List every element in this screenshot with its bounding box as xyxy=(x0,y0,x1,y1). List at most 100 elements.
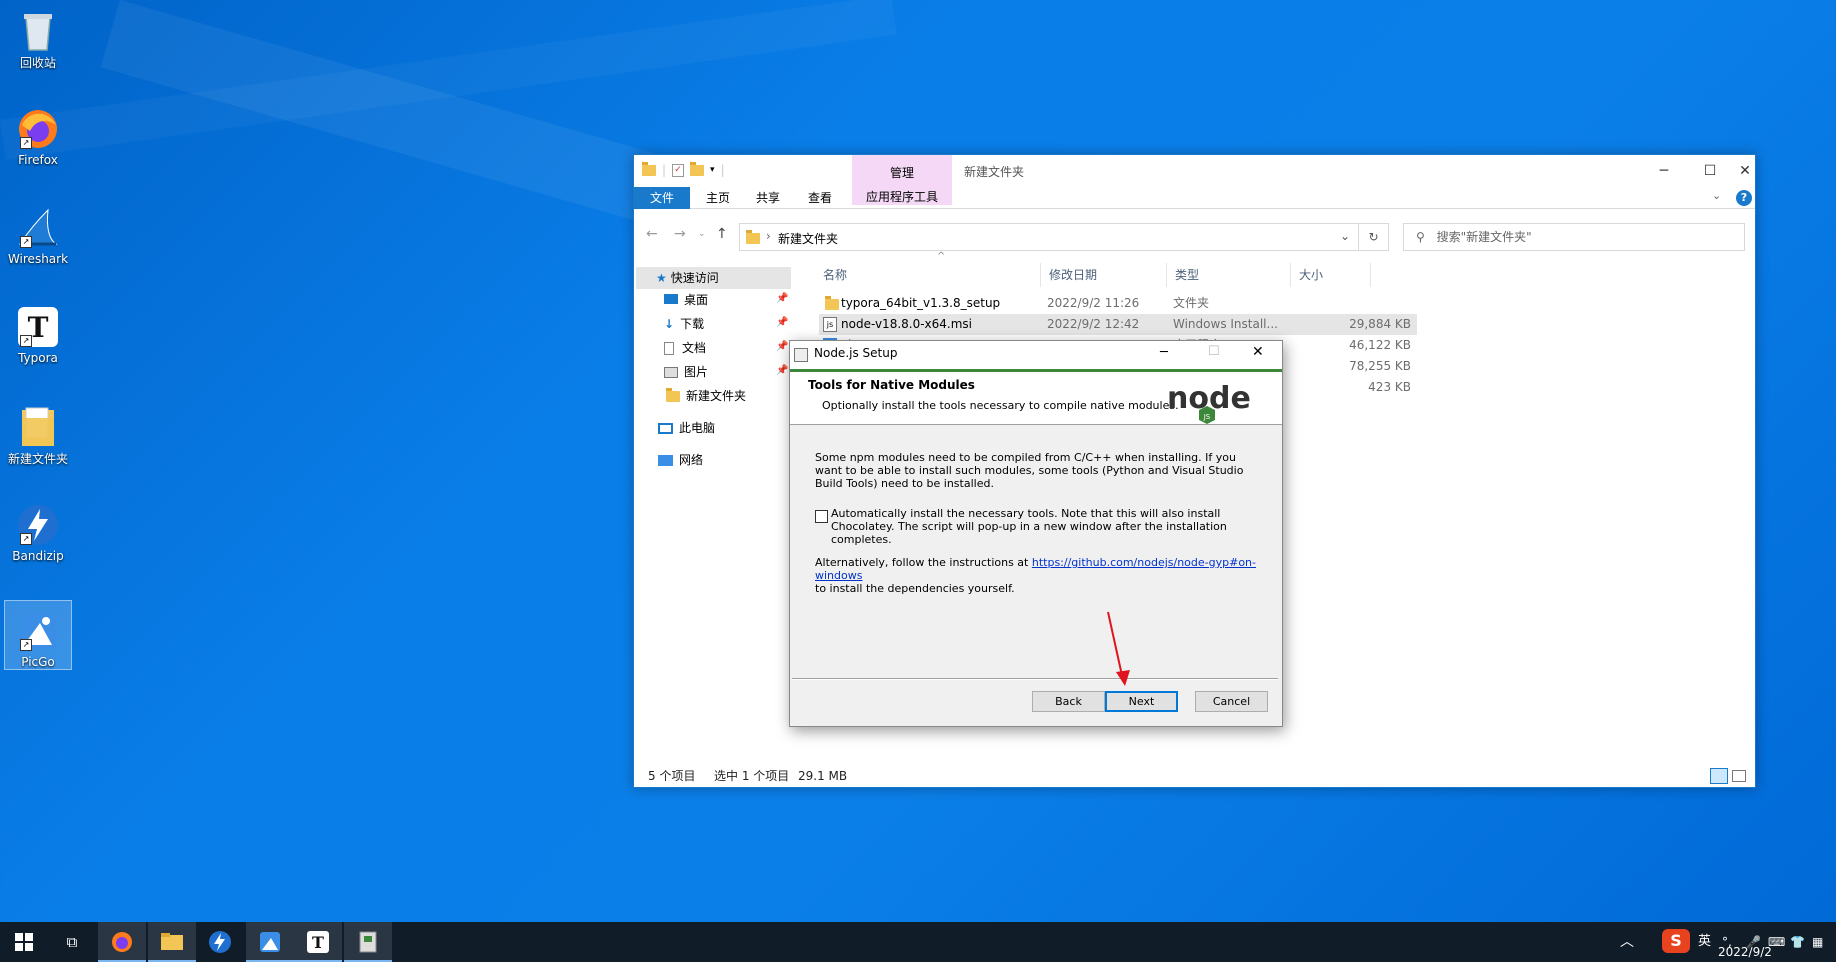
column-header-date[interactable]: 修改日期 xyxy=(1045,263,1167,287)
start-button[interactable] xyxy=(0,922,48,962)
alternative-instructions: Alternatively, follow the instructions a… xyxy=(815,556,1256,595)
shortcut-arrow-icon: ↗ xyxy=(20,236,32,248)
download-icon: ↓ xyxy=(664,317,675,331)
desktop-icon-wireshark[interactable]: ↗ Wireshark xyxy=(4,198,72,266)
shortcut-arrow-icon: ↗ xyxy=(20,137,32,149)
help-icon[interactable]: ? xyxy=(1736,190,1752,206)
folder-icon xyxy=(666,388,680,402)
minimize-button[interactable]: ─ xyxy=(1641,155,1687,187)
maximize-button: ☐ xyxy=(1208,344,1220,359)
firefox-icon: ↗ xyxy=(16,107,60,151)
search-input[interactable]: ⚲ 搜索"新建文件夹" xyxy=(1403,223,1745,251)
breadcrumb-chevron-icon: › xyxy=(766,229,771,243)
refresh-button[interactable]: ↻ xyxy=(1359,223,1389,251)
desktop-icon-bandizip[interactable]: ↗ Bandizip xyxy=(4,495,72,563)
back-button[interactable]: Back xyxy=(1032,691,1105,712)
nav-item-desktop[interactable]: 桌面 xyxy=(664,289,708,311)
ribbon-expand-icon[interactable]: ⌄ xyxy=(1712,189,1721,202)
taskbar-file-explorer[interactable] xyxy=(148,922,196,962)
nav-item-documents[interactable]: 文档 xyxy=(664,337,706,359)
tab-file[interactable]: 文件 xyxy=(634,187,690,209)
up-icon[interactable]: ↑ xyxy=(716,226,728,242)
tab-share[interactable]: 共享 xyxy=(746,187,790,209)
desktop-icon-firefox[interactable]: ↗ Firefox xyxy=(4,99,72,167)
typora-icon: T ↗ xyxy=(16,305,60,349)
address-dropdown-icon[interactable]: ⌄ xyxy=(1340,229,1350,243)
sort-ascending-icon: ^ xyxy=(937,251,946,262)
taskbar-firefox[interactable] xyxy=(98,922,146,962)
new-folder-icon[interactable] xyxy=(690,161,705,176)
desktop-icon-folder[interactable]: 新建文件夹 xyxy=(4,396,72,466)
document-icon xyxy=(664,342,674,355)
sogou-ime-icon[interactable]: S xyxy=(1662,922,1690,962)
desktop-icon xyxy=(664,294,678,304)
taskbar-typora[interactable]: T xyxy=(294,922,342,962)
picgo-icon: ↗ xyxy=(16,609,60,653)
next-button[interactable]: Next xyxy=(1105,691,1178,712)
pictures-icon xyxy=(664,367,678,378)
toolbox-icon[interactable]: ▦ xyxy=(1812,922,1823,962)
large-icons-view-icon[interactable] xyxy=(1732,770,1746,782)
address-bar-row: ← → ⌄ ↑ › 新建文件夹 ⌄ ↻ ⚲ 搜索"新建文件夹" xyxy=(634,217,1755,251)
taskbar-picgo[interactable] xyxy=(246,922,294,962)
computer-icon xyxy=(658,423,673,434)
installer-icon xyxy=(794,348,808,362)
firefox-icon xyxy=(112,932,132,952)
pin-icon: 📌 xyxy=(776,317,789,328)
bandizip-icon: ↗ xyxy=(16,503,60,547)
close-button[interactable]: ✕ xyxy=(1252,344,1264,360)
desktop-icon-typora[interactable]: T ↗ Typora xyxy=(4,297,72,365)
recent-dropdown-icon[interactable]: ⌄ xyxy=(698,229,706,239)
ime-language-indicator[interactable]: 英 xyxy=(1698,922,1711,962)
address-box[interactable]: › 新建文件夹 ⌄ xyxy=(739,223,1359,251)
annotation-arrow xyxy=(1107,611,1130,686)
explorer-titlebar: | ✓ ▾ | 新建文件夹 ─ ☐ ✕ xyxy=(634,155,1755,187)
properties-icon[interactable]: ✓ xyxy=(672,163,685,177)
qat-dropdown-icon[interactable]: ▾ xyxy=(710,165,715,175)
nav-this-pc[interactable]: 此电脑 xyxy=(658,417,715,439)
taskbar-nodejs-installer[interactable] xyxy=(344,922,392,962)
task-view-icon[interactable]: ⧉ xyxy=(48,922,96,962)
details-view-icon[interactable] xyxy=(1710,768,1728,784)
forward-icon[interactable]: → xyxy=(674,226,686,242)
network-icon xyxy=(658,455,673,466)
dialog-titlebar: Node.js Setup ─ ☐ ✕ xyxy=(790,341,1282,369)
nav-quick-access[interactable]: ★ 快速访问 xyxy=(636,267,791,289)
msi-installer-icon: js xyxy=(823,317,837,332)
dialog-paragraph: Some npm modules need to be compiled fro… xyxy=(815,451,1244,490)
tab-home[interactable]: 主页 xyxy=(696,187,740,209)
folder-icon xyxy=(16,404,60,448)
tab-view[interactable]: 查看 xyxy=(798,187,842,209)
folder-icon xyxy=(642,161,656,176)
show-hidden-icons-button[interactable]: ︿ xyxy=(1620,922,1634,962)
file-row-node-msi[interactable]: js node-v18.8.0-x64.msi 2022/9/2 12:42 W… xyxy=(819,314,1417,335)
maximize-button[interactable]: ☐ xyxy=(1687,155,1733,187)
skin-icon[interactable]: 👕 xyxy=(1790,922,1805,962)
clock-date[interactable]: 2022/9/2 xyxy=(1718,942,1772,962)
nav-item-new-folder[interactable]: 新建文件夹 xyxy=(666,385,746,407)
nav-item-downloads[interactable]: ↓ 下载 xyxy=(664,313,704,335)
dialog-body: Some npm modules need to be compiled fro… xyxy=(815,451,1265,595)
minimize-button[interactable]: ─ xyxy=(1160,345,1168,360)
dialog-heading: Tools for Native Modules xyxy=(808,378,975,392)
nav-item-pictures[interactable]: 图片 xyxy=(664,361,708,383)
column-header-size[interactable]: 大小 xyxy=(1295,263,1371,287)
desktop-icon-recycle-bin[interactable]: 回收站 xyxy=(4,0,72,70)
taskbar: ⧉ T ︿ S 英 °, 🎤 ⌨ 👕 ▦ 2022/9/2 xyxy=(0,922,1836,962)
button-separator xyxy=(792,678,1278,680)
star-icon: ★ xyxy=(656,271,667,285)
back-icon[interactable]: ← xyxy=(646,226,658,242)
folder-icon xyxy=(746,230,760,244)
file-row-typora[interactable]: typora_64bit_v1.3.8_setup 2022/9/2 11:26… xyxy=(819,293,1417,314)
install-tools-checkbox[interactable] xyxy=(815,510,828,523)
column-header-type[interactable]: 类型 xyxy=(1171,263,1291,287)
breadcrumb[interactable]: 新建文件夹 xyxy=(778,230,838,247)
cancel-button[interactable]: Cancel xyxy=(1195,691,1268,712)
desktop-icon-picgo[interactable]: ↗ PicGo xyxy=(4,600,72,670)
nav-network[interactable]: 网络 xyxy=(658,449,703,471)
install-tools-option[interactable]: Automatically install the necessary tool… xyxy=(815,507,1265,546)
column-header-name[interactable]: 名称 xyxy=(819,263,1041,287)
taskbar-bandizip[interactable] xyxy=(196,922,244,962)
nodejs-logo: node JS xyxy=(1165,374,1255,424)
close-button[interactable]: ✕ xyxy=(1733,155,1757,187)
